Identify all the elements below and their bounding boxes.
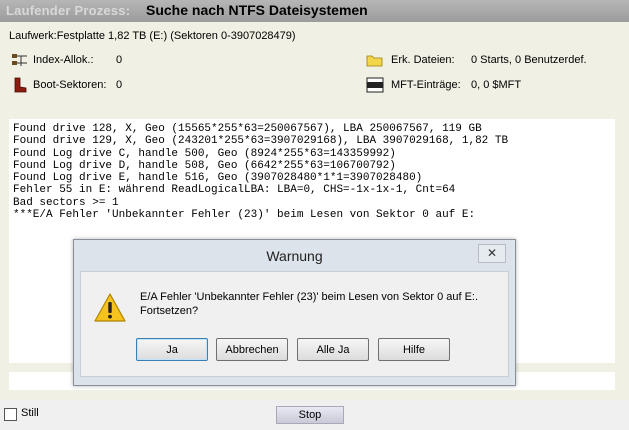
log-line: Found Log drive E, handle 516, Geo (3907… xyxy=(13,172,423,185)
log-line: Bad sectors >= 1 xyxy=(13,196,119,209)
log-line: Found Log drive C, handle 500, Geo (8924… xyxy=(13,147,396,160)
mft-entries-value: 0, 0 $MFT xyxy=(471,79,522,91)
title-prefix: Laufender Prozess: xyxy=(6,3,131,18)
boot-icon xyxy=(14,77,27,93)
yes-all-button[interactable]: Alle Ja xyxy=(297,338,369,361)
found-files-label: Erk. Dateien: xyxy=(391,54,455,66)
dialog-message: E/A Fehler 'Unbekannter Fehler (23)' bei… xyxy=(140,290,478,318)
still-checkbox[interactable] xyxy=(4,408,17,421)
title-bar: Laufender Prozess: Suche nach NTFS Datei… xyxy=(0,0,629,23)
dialog-message-line2: Fortsetzen? xyxy=(140,305,199,317)
stop-button[interactable]: Stop xyxy=(276,406,344,424)
dialog-message-line1: E/A Fehler 'Unbekannter Fehler (23)' bei… xyxy=(140,291,479,303)
folder-icon xyxy=(366,55,383,67)
mft-entries-label: MFT-Einträge: xyxy=(391,79,461,91)
warning-dialog: Warnung ✕ E/A Fehler 'Unbekannter Fehler… xyxy=(73,239,516,386)
warning-icon xyxy=(94,293,126,322)
log-line: Found Log drive D, handle 508, Geo (6642… xyxy=(13,159,396,172)
abort-button[interactable]: Abbrechen xyxy=(216,338,288,361)
index-alloc-icon xyxy=(12,54,27,66)
close-icon[interactable]: ✕ xyxy=(478,244,506,263)
log-line: Found drive 128, X, Geo (15565*255*63=25… xyxy=(13,123,482,135)
bottom-bar: Still Stop xyxy=(0,400,629,430)
log-line: Found drive 129, X, Geo (243201*255*63=3… xyxy=(13,135,509,148)
log-line: Fehler 55 in E: während ReadLogicalLBA: … xyxy=(13,184,456,197)
boot-sectors-label: Boot-Sektoren: xyxy=(33,79,107,91)
help-button[interactable]: Hilfe xyxy=(378,338,450,361)
window-title: Suche nach NTFS Dateisystemen xyxy=(146,2,368,18)
found-files-value: 0 Starts, 0 Benutzerdef. xyxy=(471,54,587,66)
dialog-body: E/A Fehler 'Unbekannter Fehler (23)' bei… xyxy=(80,271,509,377)
dialog-title: Warnung xyxy=(266,248,323,264)
file-icon xyxy=(366,77,384,93)
log-line: ***E/A Fehler 'Unbekannter Fehler (23)' … xyxy=(13,209,476,222)
still-label: Still xyxy=(21,407,39,419)
boot-sectors-value: 0 xyxy=(116,79,123,91)
index-alloc-label: Index-Allok.: xyxy=(33,54,94,66)
yes-button[interactable]: Ja xyxy=(136,338,208,361)
index-alloc-value: 0 xyxy=(116,54,123,66)
drive-info: Laufwerk:Festplatte 1,82 TB (E:) (Sektor… xyxy=(9,30,296,42)
